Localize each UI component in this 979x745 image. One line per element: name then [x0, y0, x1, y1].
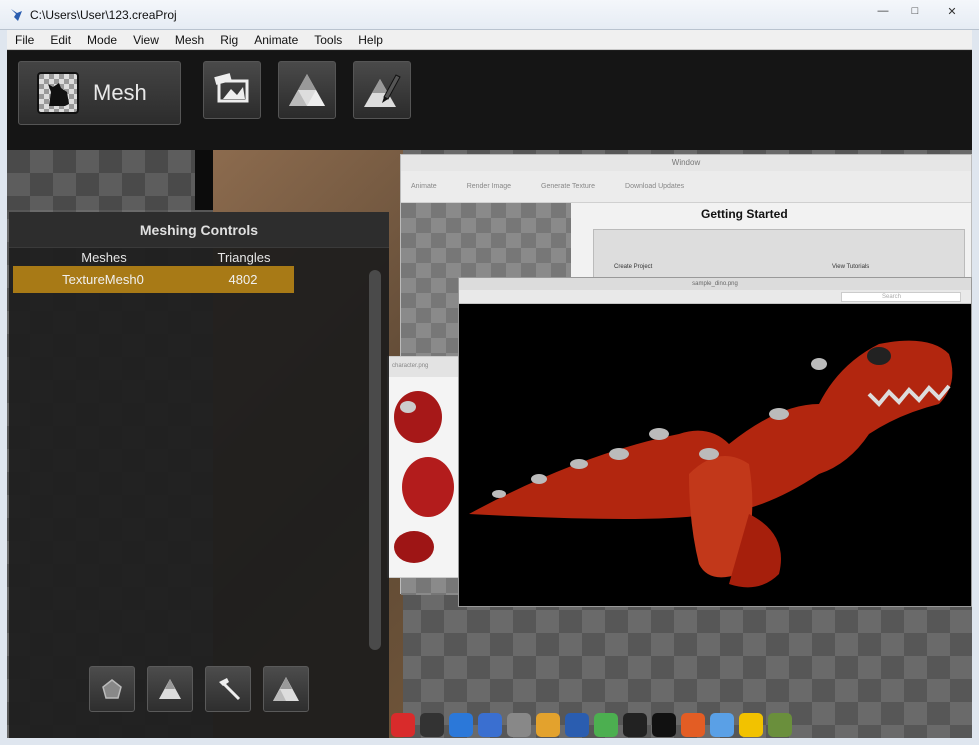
dock-app4-icon	[594, 713, 618, 737]
dock-app2-icon	[536, 713, 560, 737]
dock-app8-icon	[739, 713, 763, 737]
mode-mesh-button[interactable]: Mesh	[18, 61, 181, 125]
bg-window-toolbar: Animate Render Image Generate Texture Do…	[401, 171, 971, 203]
dock-folder-icon	[449, 713, 473, 737]
app-logo-icon	[11, 9, 22, 21]
bg-tool-updates: Download Updates	[625, 183, 685, 190]
triangle-icon	[159, 679, 181, 699]
menu-file[interactable]: File	[7, 30, 42, 50]
dino-window-title: sample_dino.png	[459, 278, 971, 290]
menu-edit[interactable]: Edit	[42, 30, 79, 50]
main-toolbar: Mesh	[7, 51, 972, 150]
menu-tools[interactable]: Tools	[306, 30, 350, 50]
menu-bar: File Edit Mode View Mesh Rig Animate Too…	[7, 30, 972, 50]
dock-settings-icon	[507, 713, 531, 737]
mesh-mode-icon	[37, 72, 79, 114]
create-project-label: Create Project	[614, 264, 653, 270]
checker-background	[7, 150, 195, 210]
bg-tool-texture: Generate Texture	[541, 183, 596, 190]
hammer-button[interactable]	[205, 666, 251, 712]
view-tutorials-label: View Tutorials	[832, 264, 870, 270]
maximize-icon: □	[911, 5, 919, 17]
mesh-name-cell: TextureMesh0	[62, 272, 144, 287]
character-window: character.png	[387, 356, 459, 578]
getting-started-card: Create Project View Tutorials	[593, 229, 965, 279]
scrollbar[interactable]	[369, 270, 381, 650]
viewport[interactable]: Window Animate Render Image Generate Tex…	[7, 150, 972, 738]
dino-image-window: sample_dino.png Search	[458, 277, 972, 607]
mesh-edit-icon	[364, 74, 401, 107]
pentagon-button[interactable]	[89, 666, 135, 712]
character-parts-image	[394, 391, 454, 563]
character-window-title: character.png	[388, 357, 458, 377]
getting-started-heading: Getting Started	[701, 207, 788, 221]
mesh-triangles-button[interactable]	[278, 61, 336, 119]
dinosaur-image	[469, 340, 953, 588]
panel-divider	[195, 150, 213, 210]
mesh-tools	[89, 666, 309, 712]
image-import-icon	[214, 73, 249, 103]
pentagon-icon	[102, 679, 122, 699]
menu-view[interactable]: View	[125, 30, 167, 50]
window-title: C:\Users\User\123.creaProj	[30, 8, 177, 22]
maximize-button[interactable]: □	[899, 2, 931, 20]
close-icon: ✕	[947, 5, 957, 18]
menu-animate[interactable]: Animate	[246, 30, 306, 50]
hammer-icon	[219, 678, 241, 701]
dock-app6-icon	[652, 713, 676, 737]
dock-firefox-icon	[681, 713, 705, 737]
dock-itunes-icon	[391, 713, 415, 737]
bg-tool-animate: Animate	[411, 183, 437, 190]
dock-app9-icon	[768, 713, 792, 737]
close-button[interactable]: ✕	[931, 2, 973, 20]
bg-tool-render: Render Image	[466, 183, 512, 190]
meshing-controls-title: Meshing Controls	[9, 212, 389, 248]
mesh-triangles-icon	[289, 74, 325, 106]
menu-mode[interactable]: Mode	[79, 30, 125, 50]
mesh-edit-button[interactable]	[353, 61, 411, 119]
dock-app5-icon	[623, 713, 647, 737]
mode-label: Mesh	[93, 80, 147, 105]
dock-finalcut-icon	[420, 713, 444, 737]
bg-window-title: Window	[401, 155, 971, 171]
image-import-button[interactable]	[203, 61, 261, 119]
minimize-icon: —	[877, 5, 889, 17]
dock-app7-icon	[710, 713, 734, 737]
dock-app3-icon	[565, 713, 589, 737]
mesh-triangles-button-2[interactable]	[263, 666, 309, 712]
title-bar: C:\Users\User\123.creaProj — □ ✕	[0, 0, 979, 30]
mac-dock	[387, 712, 972, 738]
meshing-controls-panel: Meshing Controls Meshes Triangles Textur…	[9, 212, 389, 738]
menu-rig[interactable]: Rig	[212, 30, 246, 50]
dino-search-field: Search	[841, 292, 961, 302]
triangle-button[interactable]	[147, 666, 193, 712]
dock-app-icon	[478, 713, 502, 737]
menu-mesh[interactable]: Mesh	[167, 30, 212, 50]
mesh-triangles-icon	[273, 677, 299, 701]
minimize-button[interactable]: —	[867, 2, 899, 20]
table-row[interactable]: TextureMesh0 4802	[13, 266, 294, 293]
menu-help[interactable]: Help	[350, 30, 391, 50]
triangles-cell: 4802	[228, 272, 258, 287]
